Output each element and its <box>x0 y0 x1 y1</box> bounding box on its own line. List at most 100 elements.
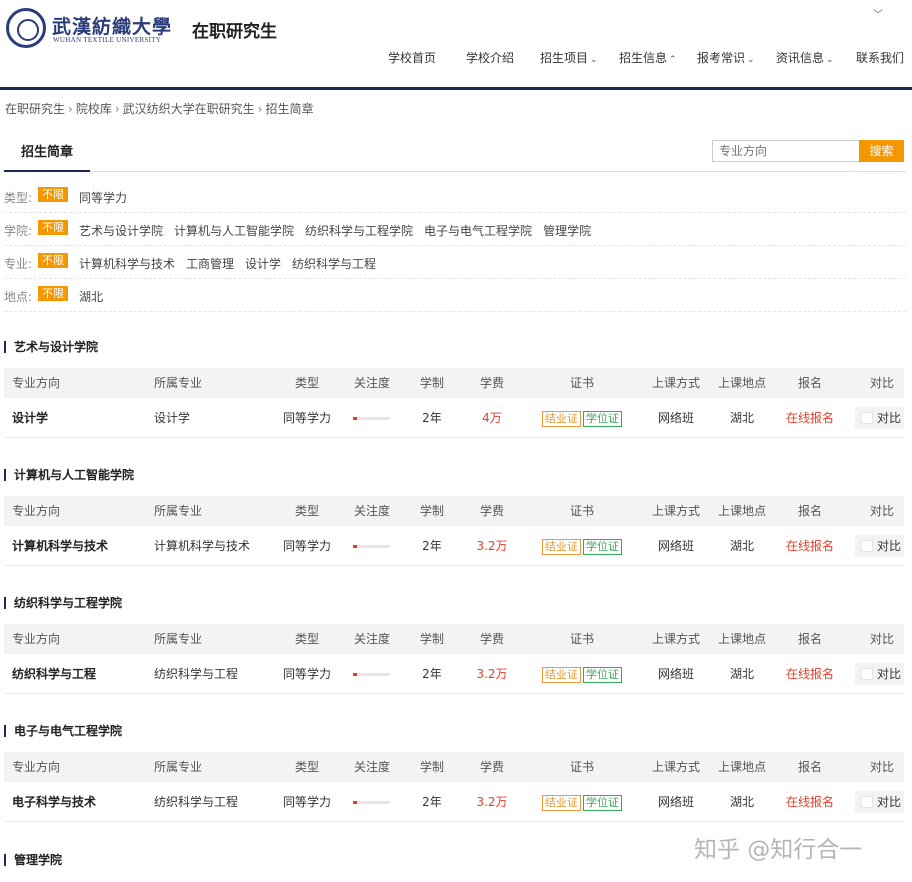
program-type: 同等学力 <box>282 539 331 553</box>
filter-option[interactable]: 计算机科学与技术 <box>79 257 175 271</box>
breadcrumb-item[interactable]: 院校库 <box>76 102 112 116</box>
program-duration: 2年 <box>422 411 442 425</box>
attention-bar-fill <box>353 801 358 804</box>
search-button[interactable]: 搜索 <box>859 140 904 162</box>
table-header: 专业方向 所属专业 类型 关注度 学制 学费 证书 上课方式 上课地点 报名 对比 <box>4 368 904 398</box>
compare-toggle[interactable]: 对比 <box>855 791 904 813</box>
col-header-major: 所属专业 <box>154 376 203 390</box>
nav-home[interactable]: 学校首页 <box>388 49 436 66</box>
program-direction[interactable]: 设计学 <box>12 398 48 438</box>
nav-programs[interactable]: 招生项目 ⌄ <box>540 49 598 66</box>
table-header: 专业方向 所属专业 类型 关注度 学制 学费 证书 上课方式 上课地点 报名 对比 <box>4 752 904 782</box>
col-header-type: 类型 <box>294 632 319 646</box>
filter-option[interactable]: 纺织科学与工程学院 <box>305 224 413 238</box>
tab-admission-brochure[interactable]: 招生简章 <box>4 140 90 172</box>
compare-toggle[interactable]: 对比 <box>855 535 904 557</box>
filter-all-button[interactable]: 不限 <box>38 286 68 301</box>
register-online-link[interactable]: 在线报名 <box>784 654 836 694</box>
col-header-mode: 上课方式 <box>651 632 700 646</box>
tab-bar: 招生简章 搜索 <box>4 140 906 172</box>
col-header-certificate: 证书 <box>569 760 594 774</box>
badge-completion-cert: 结业证 <box>542 666 581 683</box>
nav-about[interactable]: 学校介绍 <box>466 49 514 66</box>
filter-option[interactable]: 电子与电气工程学院 <box>424 224 532 238</box>
filter-option[interactable]: 同等学力 <box>79 191 127 205</box>
filter-option[interactable]: 工商管理 <box>186 257 234 271</box>
program-location: 湖北 <box>729 539 754 553</box>
nav-exam-knowledge[interactable]: 报考常识 ⌄ <box>697 49 755 66</box>
compare-toggle[interactable]: 对比 <box>855 663 904 685</box>
col-header-duration: 学制 <box>419 376 444 390</box>
program-fee: 4万 <box>482 411 502 425</box>
compare-checkbox[interactable] <box>861 668 873 680</box>
program-mode: 网络班 <box>657 539 694 553</box>
filter-location: 地点: 不限 湖北 <box>4 279 906 312</box>
col-header-fee: 学费 <box>479 632 504 646</box>
program-duration: 2年 <box>422 539 442 553</box>
compare-checkbox[interactable] <box>861 796 873 808</box>
breadcrumb: 在职研究生 › 院校库 › 武汉纺织大学在职研究生 › 招生简章 <box>5 100 314 117</box>
logo-en-text: WUHAN TEXTILE UNIVERSITY <box>53 36 162 44</box>
col-header-register: 报名 <box>797 504 822 518</box>
compare-label: 对比 <box>877 411 902 425</box>
register-online-link[interactable]: 在线报名 <box>784 782 836 822</box>
program-direction[interactable]: 计算机科学与技术 <box>12 526 108 566</box>
filter-major: 专业: 不限 计算机科学与技术 工商管理 设计学 纺织科学与工程 <box>4 246 906 279</box>
col-header-major: 所属专业 <box>154 504 203 518</box>
filter-label: 类型: <box>4 191 33 205</box>
section-title: 计算机与人工智能学院 <box>4 469 134 481</box>
program-type: 同等学力 <box>282 411 331 425</box>
filter-all-button[interactable]: 不限 <box>38 187 68 202</box>
breadcrumb-item[interactable]: 武汉纺织大学在职研究生 <box>123 102 255 116</box>
filter-all-button[interactable]: 不限 <box>38 253 68 268</box>
site-header: 武漢紡織大學 WUHAN TEXTILE UNIVERSITY 在职研究生 ﹀ … <box>0 0 912 90</box>
search-input[interactable] <box>712 140 864 162</box>
register-online-link[interactable]: 在线报名 <box>784 398 836 438</box>
badge-completion-cert: 结业证 <box>542 794 581 811</box>
logo-cn-text[interactable]: 武漢紡織大學 <box>52 12 172 39</box>
filter-label: 专业: <box>4 257 33 271</box>
col-header-attention: 关注度 <box>353 376 390 390</box>
compare-toggle[interactable]: 对比 <box>855 407 904 429</box>
nav-news[interactable]: 资讯信息 ⌄ <box>776 49 834 66</box>
filter-option[interactable]: 湖北 <box>79 290 103 304</box>
program-type: 同等学力 <box>282 667 331 681</box>
program-direction[interactable]: 电子科学与技术 <box>12 782 96 822</box>
site-title[interactable]: 在职研究生 <box>192 17 277 42</box>
col-header-location: 上课地点 <box>717 760 766 774</box>
col-header-attention: 关注度 <box>353 632 390 646</box>
filter-option[interactable]: 计算机与人工智能学院 <box>174 224 294 238</box>
attention-bar <box>353 673 390 676</box>
program-direction[interactable]: 纺织科学与工程 <box>12 654 96 694</box>
breadcrumb-current: 招生简章 <box>265 102 314 116</box>
col-header-fee: 学费 <box>479 760 504 774</box>
filter-option[interactable]: 纺织科学与工程 <box>292 257 376 271</box>
chevron-down-icon[interactable]: ﹀ <box>873 6 883 21</box>
university-logo-icon[interactable] <box>6 8 46 48</box>
program-type: 同等学力 <box>282 795 331 809</box>
filter-all-button[interactable]: 不限 <box>38 220 68 235</box>
col-header-register: 报名 <box>797 632 822 646</box>
register-online-link[interactable]: 在线报名 <box>784 526 836 566</box>
program-mode: 网络班 <box>657 411 694 425</box>
col-header-duration: 学制 <box>419 504 444 518</box>
program-major: 纺织科学与工程 <box>154 795 239 809</box>
chevron-right-icon: › <box>68 102 73 116</box>
breadcrumb-item[interactable]: 在职研究生 <box>5 102 65 116</box>
col-header-certificate: 证书 <box>569 632 594 646</box>
filter-type: 类型: 不限 同等学力 <box>4 180 906 213</box>
col-header-certificate: 证书 <box>569 504 594 518</box>
table-row: 设计学 设计学 同等学力 2年 4万 结业证 学位证 网络班 湖北 在线报名 对比 <box>4 398 904 438</box>
nav-contact[interactable]: 联系我们 <box>856 49 904 66</box>
table-header: 专业方向 所属专业 类型 关注度 学制 学费 证书 上课方式 上课地点 报名 对比 <box>4 496 904 526</box>
filter-option[interactable]: 管理学院 <box>543 224 591 238</box>
badge-completion-cert: 结业证 <box>542 410 581 427</box>
filter-label: 地点: <box>4 290 33 304</box>
compare-checkbox[interactable] <box>861 412 873 424</box>
filter-option[interactable]: 艺术与设计学院 <box>79 224 163 238</box>
filter-option[interactable]: 设计学 <box>245 257 281 271</box>
nav-admission-info[interactable]: 招生信息 ⌃ <box>619 49 677 66</box>
col-header-compare: 对比 <box>869 760 894 774</box>
section-title: 艺术与设计学院 <box>4 341 98 353</box>
compare-checkbox[interactable] <box>861 540 873 552</box>
